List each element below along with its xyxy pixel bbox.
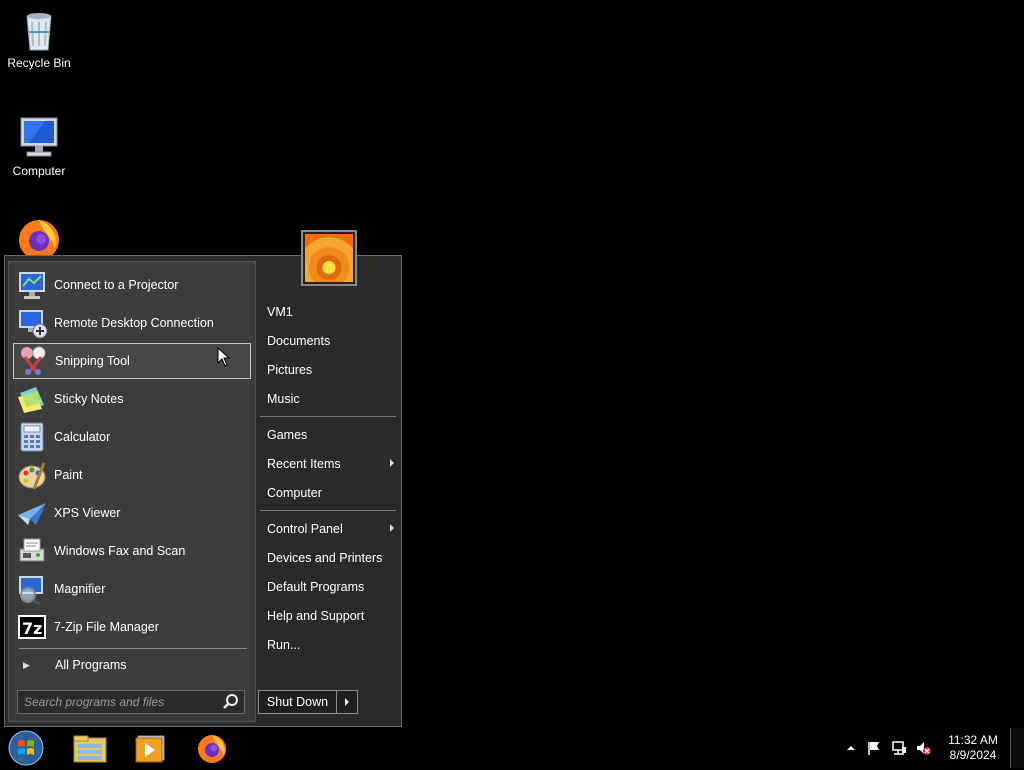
right-item-label: Documents [267,334,331,348]
program-label: 7-Zip File Manager [54,620,159,634]
right-item-label: Devices and Printers [267,551,383,565]
start-search-box[interactable] [17,690,245,714]
taskbar-media-player[interactable] [130,730,170,766]
right-item-label: Control Panel [267,522,343,536]
network-icon[interactable] [891,740,907,756]
start-menu-programs-pane: Connect to a Projector Remote Desktop Co… [8,261,256,722]
taskbar: 11:32 AM 8/9/2024 [0,728,1024,768]
program-label: Snipping Tool [55,354,130,368]
right-item-label: Pictures [267,363,313,377]
desktop-icon-label: Computer [12,164,66,178]
program-paint[interactable]: Paint [13,457,251,493]
right-pane-separator [260,416,396,417]
program-magnifier[interactable]: Magnifier [13,571,251,607]
sticky-notes-icon [16,383,48,415]
right-item-music[interactable]: Music [260,386,398,412]
program-label: Paint [54,468,83,482]
program-calculator[interactable]: Calculator [13,419,251,455]
right-item-help-and-support[interactable]: Help and Support [260,603,398,629]
program-label: Calculator [54,430,111,444]
right-item-label: Computer [267,486,322,500]
magnifier-icon [16,573,48,606]
media-player-icon [135,735,165,763]
7zip-icon: 7z [16,611,48,643]
taskbar-firefox[interactable] [192,730,232,766]
right-pane-separator [260,510,396,511]
shutdown-options-button[interactable] [337,691,357,713]
desktop-icon-computer[interactable]: Computer [1,114,77,178]
all-programs-button[interactable]: ▶ All Programs [13,654,251,676]
desktop-icon-recycle-bin[interactable]: Recycle Bin [1,6,77,70]
program-snipping-tool[interactable]: Snipping Tool [13,343,251,379]
right-item-run[interactable]: Run... [260,632,398,658]
show-desktop-button[interactable] [1010,728,1024,768]
fax-icon [16,535,48,567]
search-input[interactable] [18,692,221,712]
right-item-label: Music [267,392,300,406]
flower-picture [305,234,353,282]
right-item-label: Recent Items [267,457,341,471]
right-item-vm1[interactable]: VM1 [260,299,398,325]
user-account-picture[interactable] [301,230,357,286]
program-label: Remote Desktop Connection [54,316,214,330]
right-item-pictures[interactable]: Pictures [260,357,398,383]
shutdown-button[interactable]: Shut Down [259,691,337,713]
show-hidden-icons-arrow[interactable] [846,740,862,756]
projector-icon [16,269,48,301]
right-item-devices-and-printers[interactable]: Devices and Printers [260,545,398,571]
right-item-label: Run... [267,638,301,652]
firefox-icon [198,735,226,763]
program-xps-viewer[interactable]: XPS Viewer [13,495,251,531]
svg-text:7z: 7z [22,619,42,638]
program-7-zip-file-manager[interactable]: 7z 7-Zip File Manager [13,609,251,645]
calculator-icon [16,421,48,453]
paint-palette-icon [16,459,48,491]
right-item-label: Default Programs [267,580,365,594]
action-center-flag-icon[interactable] [866,740,882,756]
clock-date: 8/9/2024 [949,748,997,762]
program-sticky-notes[interactable]: Sticky Notes [13,381,251,417]
program-label: XPS Viewer [54,506,121,520]
start-button[interactable] [6,729,46,767]
remote-desktop-icon [16,307,48,339]
program-label: Sticky Notes [54,392,124,406]
search-icon[interactable] [221,692,241,712]
shutdown-button-group: Shut Down [258,690,358,714]
windows-explorer-icon [73,735,107,763]
taskbar-windows-explorer[interactable] [70,730,110,766]
submenu-arrow-icon [390,524,394,532]
shutdown-label: Shut Down [266,695,329,709]
right-item-documents[interactable]: Documents [260,328,398,354]
right-item-games[interactable]: Games [260,422,398,448]
windows-logo-icon [8,730,44,766]
program-connect-to-a-projector[interactable]: Connect to a Projector [13,267,251,303]
right-item-label: VM1 [267,305,293,319]
right-item-recent-items[interactable]: Recent Items [260,451,398,477]
right-item-computer[interactable]: Computer [260,480,398,506]
right-item-default-programs[interactable]: Default Programs [260,574,398,600]
programs-separator [19,648,247,649]
taskbar-clock[interactable]: 11:32 AM 8/9/2024 [940,733,1006,763]
volume-muted-icon[interactable] [915,740,931,756]
program-label: Magnifier [54,582,106,596]
start-menu: Connect to a Projector Remote Desktop Co… [4,230,402,727]
program-label: Windows Fax and Scan [54,544,186,558]
right-item-control-panel[interactable]: Control Panel [260,516,398,542]
program-label: Connect to a Projector [54,278,179,292]
submenu-arrow-icon [390,459,394,467]
program-windows-fax-and-scan[interactable]: Windows Fax and Scan [13,533,251,569]
computer-icon [15,114,63,162]
paper-plane-icon [16,497,48,529]
all-programs-label: All Programs [55,658,127,672]
program-remote-desktop-connection[interactable]: Remote Desktop Connection [13,305,251,341]
right-item-label: Help and Support [267,609,365,623]
chevron-right-icon [345,698,349,706]
clock-time: 11:32 AM [948,733,998,747]
right-item-label: Games [267,428,308,442]
desktop-icon-label: Recycle Bin [7,56,71,70]
all-programs-arrow-icon: ▶ [23,659,30,670]
mouse-cursor-icon [217,347,231,367]
scissors-icon [17,345,49,377]
recycle-bin-icon [15,6,63,54]
